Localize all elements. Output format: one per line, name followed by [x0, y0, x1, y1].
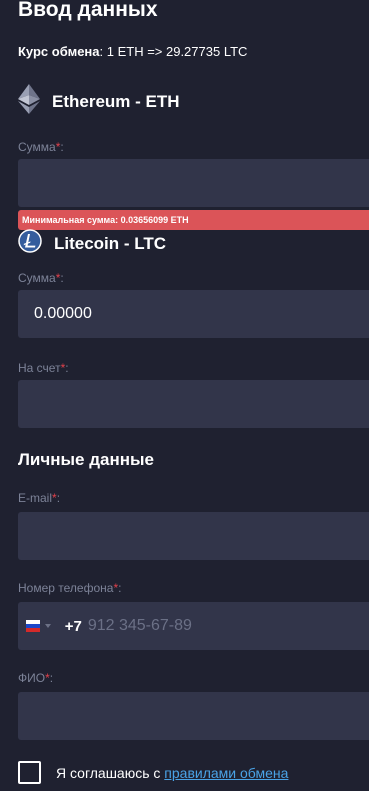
- from-amount-field[interactable]: [18, 159, 369, 207]
- to-coin-header: Litecoin - LTC: [18, 229, 166, 258]
- phone-field[interactable]: +7: [18, 602, 369, 650]
- to-amount-label: Сумма*:: [18, 271, 64, 285]
- phone-label: Номер телефона*:: [18, 581, 121, 595]
- exchange-rate: Курс обмена: 1 ETH => 29.27735 LTC: [18, 44, 247, 59]
- from-coin-header: Ethereum - ETH: [18, 84, 180, 119]
- account-field[interactable]: [18, 380, 369, 428]
- account-input[interactable]: [18, 380, 369, 428]
- to-amount-field[interactable]: [18, 290, 369, 338]
- label-colon: :: [65, 361, 69, 375]
- russia-flag-icon[interactable]: [26, 620, 40, 632]
- label-colon: :: [118, 581, 122, 595]
- from-coin-name: Ethereum - ETH: [52, 91, 180, 111]
- exchange-rate-label: Курс обмена: [18, 44, 100, 59]
- account-label: На счет*:: [18, 361, 69, 375]
- from-amount-input[interactable]: [18, 159, 369, 207]
- agreement-label: Я соглашаюсь с: [56, 765, 165, 781]
- label-colon: :: [60, 271, 64, 285]
- fio-input[interactable]: [18, 692, 369, 740]
- fio-label: ФИО*:: [18, 671, 53, 685]
- personal-data-title: Личные данные: [18, 450, 154, 469]
- ethereum-icon: [18, 84, 40, 119]
- phone-label-text: Номер телефона: [18, 581, 114, 595]
- to-coin-name: Litecoin - LTC: [54, 233, 167, 253]
- account-label-text: На счет: [18, 361, 61, 375]
- agree-checkbox[interactable]: [18, 761, 41, 784]
- email-input[interactable]: [18, 512, 369, 560]
- label-colon: :: [60, 140, 64, 154]
- chevron-down-icon[interactable]: [44, 624, 51, 628]
- fio-field[interactable]: [18, 692, 369, 740]
- label-colon: :: [49, 671, 54, 685]
- label-colon: :: [56, 491, 61, 505]
- to-amount-input[interactable]: [18, 290, 369, 338]
- exchange-rate-value: : 1 ETH => 29.27735 LTC: [99, 44, 248, 59]
- page-title: Ввод данных: [18, 0, 158, 21]
- agreement-text: Я соглашаюсь с правилами обмена: [56, 765, 288, 781]
- exchange-rules-link[interactable]: правилами обмена: [164, 765, 288, 781]
- phone-input[interactable]: [81, 602, 369, 650]
- email-label-text: E-mail: [18, 491, 53, 505]
- email-field[interactable]: [18, 512, 369, 560]
- from-amount-label: Сумма*:: [18, 140, 64, 154]
- fio-label-text: ФИО: [18, 671, 46, 685]
- phone-country-code: +7: [64, 617, 82, 635]
- min-amount-error: Минимальная сумма: 0.03656099 ETH: [18, 210, 369, 230]
- to-amount-label-text: Сумма: [18, 271, 56, 285]
- email-label: E-mail*:: [18, 491, 60, 505]
- litecoin-icon: [18, 229, 42, 258]
- from-amount-label-text: Сумма: [18, 140, 56, 154]
